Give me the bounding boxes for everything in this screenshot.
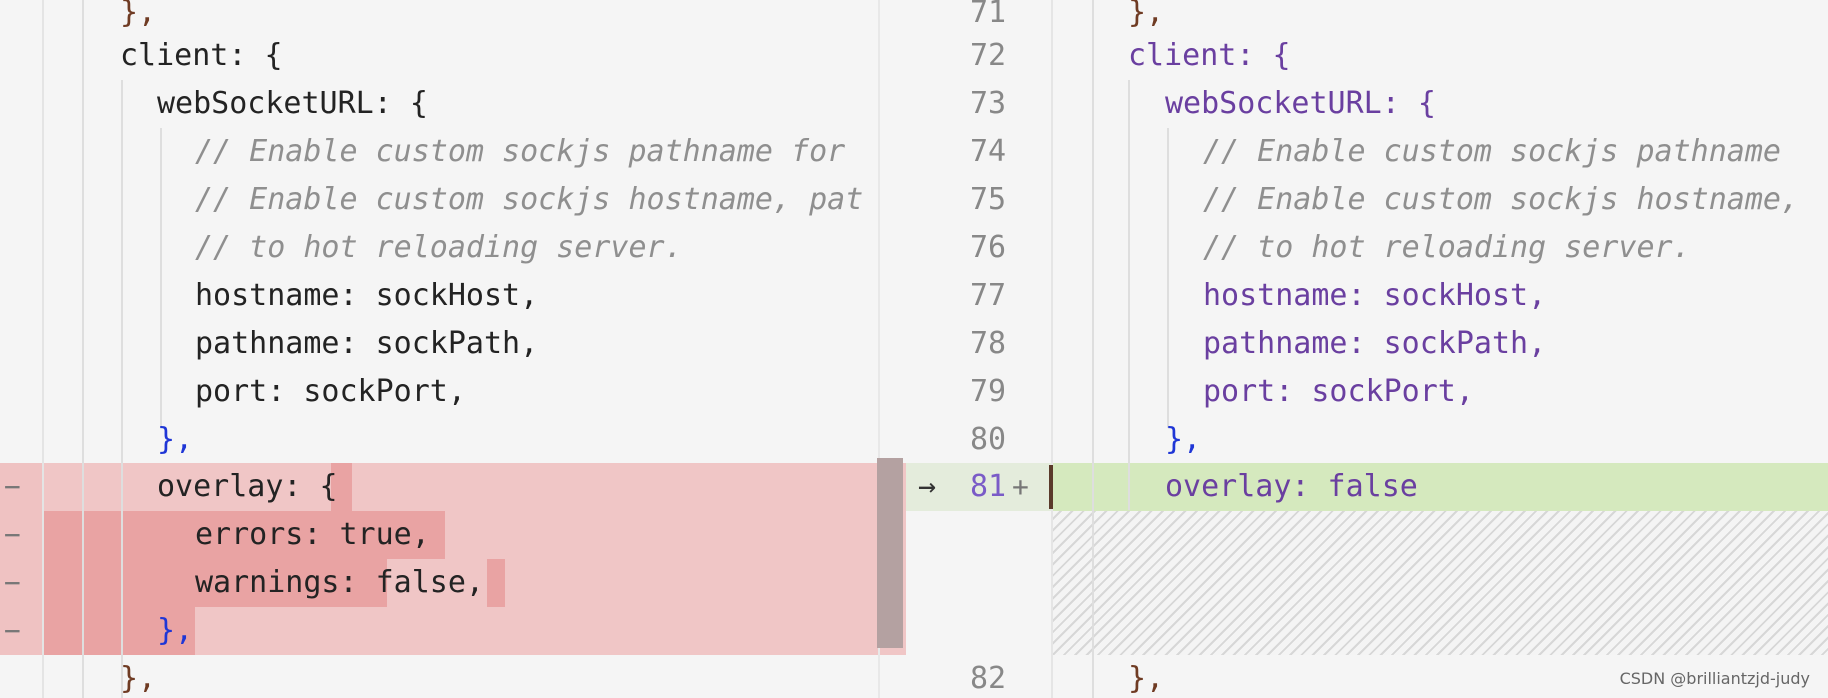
line-number: 79 bbox=[970, 374, 1007, 409]
code-line: 80 }, bbox=[906, 416, 1828, 464]
added-line: → 81 + overlay: false bbox=[906, 463, 1828, 511]
removed-line: − overlay: { bbox=[0, 463, 906, 511]
code-line: }, bbox=[0, 416, 906, 464]
code-line: 72 client: { bbox=[906, 32, 1828, 80]
line-number: 78 bbox=[970, 326, 1007, 361]
left-diff-pane[interactable]: }, client: { webSocketURL: { // Enable c… bbox=[0, 0, 906, 698]
line-number: 76 bbox=[970, 230, 1007, 265]
code-text: }, bbox=[1128, 661, 1165, 696]
code-text: }, bbox=[120, 0, 157, 30]
code-text: webSocketURL: { bbox=[157, 86, 428, 121]
code-text: }, bbox=[120, 661, 157, 696]
code-line: pathname: sockPath, bbox=[0, 320, 906, 368]
line-number: 77 bbox=[970, 278, 1007, 313]
removed-line: − warnings: false, bbox=[0, 559, 906, 607]
comment-text: // Enable custom sockjs hostname, bbox=[1203, 182, 1800, 217]
code-text: client: { bbox=[120, 38, 283, 73]
code-line: client: { bbox=[0, 32, 906, 80]
code-line: }, bbox=[0, 655, 906, 698]
code-line: 76 // to hot reloading server. bbox=[906, 224, 1828, 272]
code-text: }, bbox=[157, 613, 194, 648]
added-marker: + bbox=[1012, 470, 1029, 503]
code-line: 77 hostname: sockHost, bbox=[906, 272, 1828, 320]
line-number: 73 bbox=[970, 86, 1007, 121]
removed-marker: − bbox=[4, 470, 21, 503]
comment-text: // Enable custom sockjs pathname for bbox=[195, 134, 846, 169]
code-text: webSocketURL: { bbox=[1165, 86, 1436, 121]
code-line: 73 webSocketURL: { bbox=[906, 80, 1828, 128]
line-number: 72 bbox=[970, 38, 1007, 73]
line-number: 82 bbox=[970, 661, 1007, 696]
code-text: hostname: sockHost, bbox=[195, 278, 539, 313]
line-number: 75 bbox=[970, 182, 1007, 217]
code-text: hostname: sockHost, bbox=[1203, 278, 1547, 313]
code-text: pathname: sockPath, bbox=[195, 326, 539, 361]
code-text: errors: true, bbox=[195, 517, 430, 552]
comment-text: // Enable custom sockjs hostname, pat bbox=[195, 182, 864, 217]
code-text: overlay: false bbox=[1165, 469, 1418, 504]
code-text: client: { bbox=[1128, 38, 1291, 73]
code-line: webSocketURL: { bbox=[0, 80, 906, 128]
empty-placeholder-hatch bbox=[1051, 511, 1828, 655]
removed-line: − }, bbox=[0, 607, 906, 655]
code-text: port: sockPort, bbox=[195, 374, 466, 409]
right-diff-pane[interactable]: 71 }, 72 client: { 73 webSocketURL: { 74… bbox=[906, 0, 1828, 698]
code-line: // Enable custom sockjs pathname for bbox=[0, 128, 906, 176]
watermark-text: CSDN @brilliantzjd-judy bbox=[1619, 669, 1810, 688]
removed-marker: − bbox=[4, 518, 21, 551]
code-line: 74 // Enable custom sockjs pathname bbox=[906, 128, 1828, 176]
code-line: 75 // Enable custom sockjs hostname, bbox=[906, 176, 1828, 224]
code-text: pathname: sockPath, bbox=[1203, 326, 1547, 361]
line-number: 74 bbox=[970, 134, 1007, 169]
code-text: port: sockPort, bbox=[1203, 374, 1474, 409]
line-number: 81 bbox=[970, 469, 1007, 504]
removed-line: − errors: true, bbox=[0, 511, 906, 559]
code-line: // Enable custom sockjs hostname, pat bbox=[0, 176, 906, 224]
line-number: 80 bbox=[970, 422, 1007, 457]
code-line: 79 port: sockPort, bbox=[906, 368, 1828, 416]
comment-text: // to hot reloading server. bbox=[1203, 230, 1691, 265]
code-line: // to hot reloading server. bbox=[0, 224, 906, 272]
code-text: warnings: false, bbox=[195, 565, 484, 600]
code-line: hostname: sockHost, bbox=[0, 272, 906, 320]
comment-text: // to hot reloading server. bbox=[195, 230, 683, 265]
removed-marker: − bbox=[4, 614, 21, 647]
code-text: }, bbox=[157, 422, 194, 457]
code-text: overlay: { bbox=[157, 469, 338, 504]
comment-text: // Enable custom sockjs pathname bbox=[1203, 134, 1781, 169]
removed-marker: − bbox=[4, 566, 21, 599]
code-line: 78 pathname: sockPath, bbox=[906, 320, 1828, 368]
arrow-icon[interactable]: → bbox=[918, 463, 936, 511]
code-text: }, bbox=[1165, 422, 1202, 457]
code-line: port: sockPort, bbox=[0, 368, 906, 416]
